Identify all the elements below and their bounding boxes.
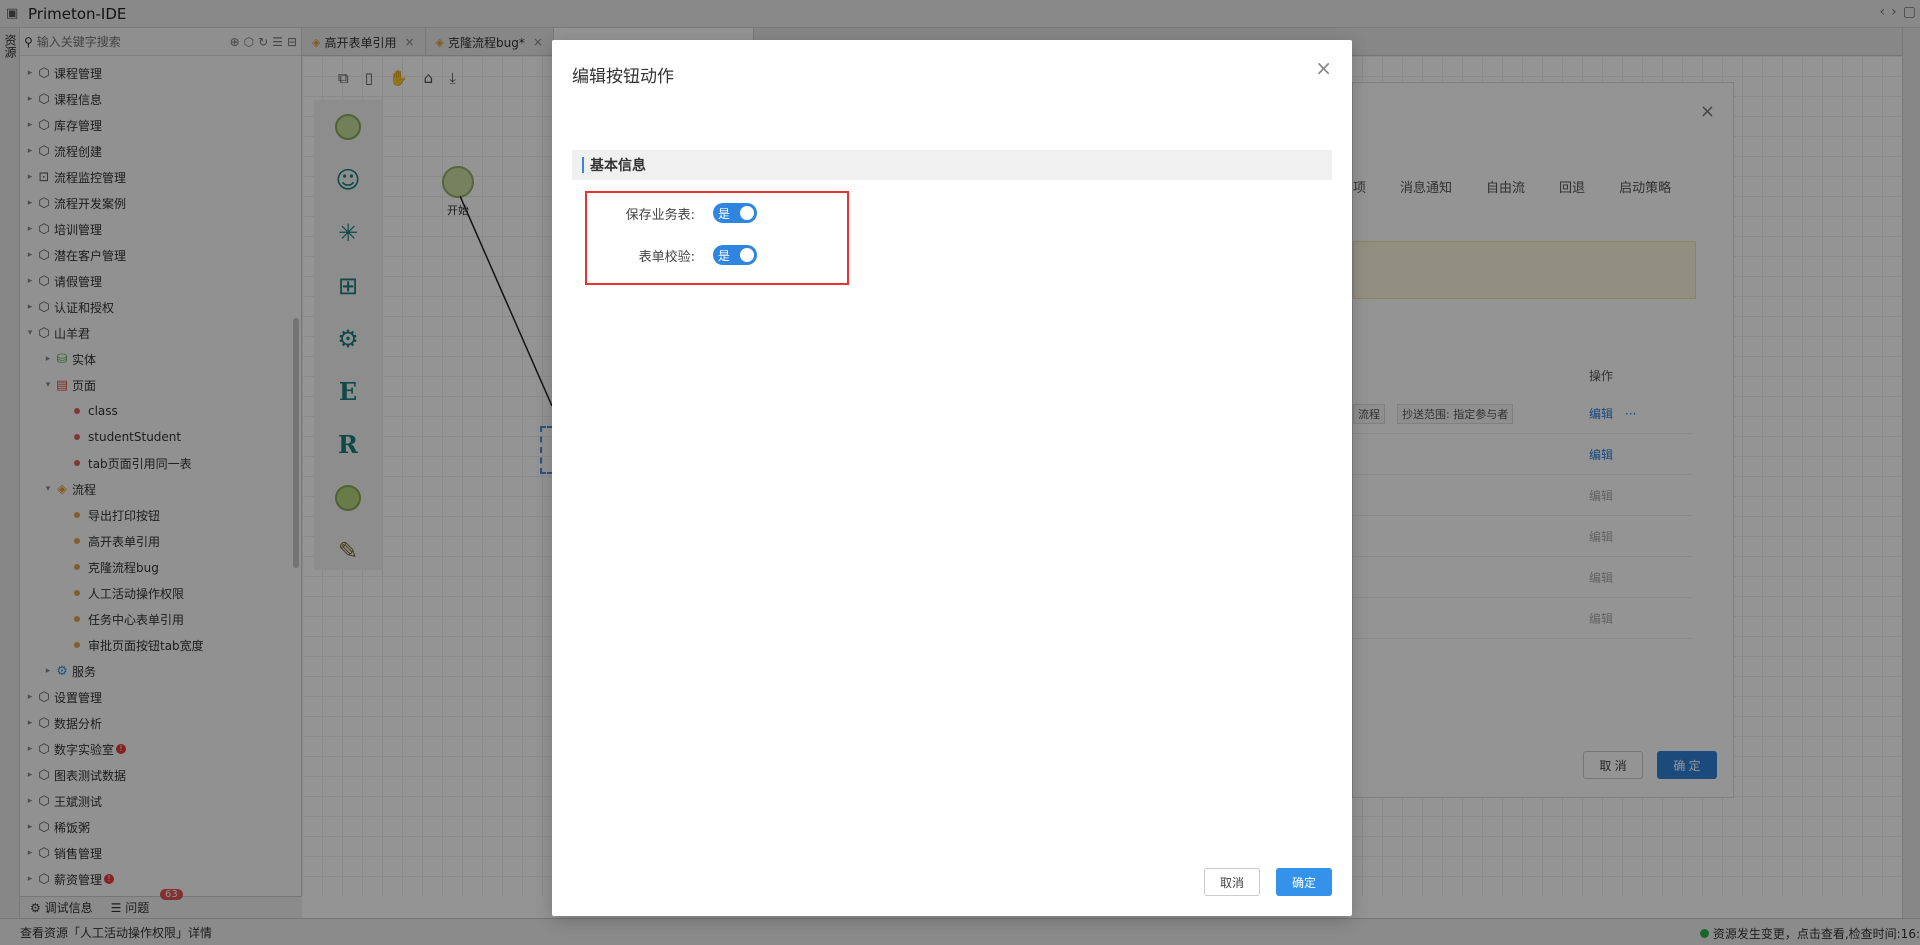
- col-actions-header: 操作: [1589, 369, 1614, 383]
- switch-knob: [740, 248, 754, 262]
- chip: 流程: [1353, 403, 1385, 424]
- close-icon[interactable]: ×: [1700, 101, 1715, 122]
- confirm-button[interactable]: 确定: [1276, 868, 1332, 896]
- chip: 抄送范围: 指定参与者: [1397, 403, 1514, 424]
- switch-text: 是: [718, 206, 731, 221]
- table-row: 编辑: [1353, 558, 1693, 598]
- table-row: 编辑: [1353, 599, 1693, 639]
- section-accent-bar: [582, 157, 584, 173]
- tab-start-strategy[interactable]: 启动策略: [1619, 177, 1671, 196]
- tab-free-flow[interactable]: 自由流: [1486, 177, 1525, 196]
- switch-knob: [740, 206, 754, 220]
- close-icon[interactable]: ×: [1315, 56, 1332, 80]
- section-title: 基本信息: [590, 158, 646, 174]
- table-row: 编辑: [1353, 435, 1693, 475]
- edit-button-action-dialog: 编辑按钮动作 × 基本信息 保存业务表: 是 表单校验: 是 取消 确定: [552, 40, 1352, 916]
- table-row: 编辑: [1353, 517, 1693, 557]
- switch-text: 是: [718, 248, 731, 263]
- save-business-table-switch[interactable]: 是: [713, 203, 757, 223]
- dialog-title: 编辑按钮动作: [572, 67, 674, 87]
- field-label: 保存业务表:: [625, 207, 695, 223]
- edit-link[interactable]: 编辑: [1589, 487, 1613, 504]
- tab-message[interactable]: 消息通知: [1400, 177, 1452, 196]
- field-label: 表单校验:: [638, 249, 695, 265]
- form-validation-switch[interactable]: 是: [713, 245, 757, 265]
- cancel-button[interactable]: 取消: [1204, 868, 1260, 896]
- edit-link[interactable]: 编辑: [1589, 446, 1613, 463]
- tab-item[interactable]: 项: [1353, 177, 1366, 196]
- ok-button[interactable]: 确 定: [1657, 751, 1717, 779]
- highlight-frame: 保存业务表: 是 表单校验: 是: [585, 191, 849, 285]
- edit-link[interactable]: 编辑: [1589, 528, 1613, 545]
- edit-link[interactable]: 编辑: [1589, 610, 1613, 627]
- properties-tabs: 项 消息通知 自由流 回退 启动策略: [1353, 177, 1671, 196]
- edit-link[interactable]: 编辑: [1589, 405, 1613, 422]
- activity-properties-dialog: × 项 消息通知 自由流 回退 启动策略 操作 流程 抄送范围: 指定参与者 编…: [1352, 82, 1734, 798]
- form-row-form-validation: 表单校验: 是: [587, 243, 847, 267]
- more-icon[interactable]: ···: [1625, 407, 1636, 421]
- table-row: 流程 抄送范围: 指定参与者 编辑 ···: [1353, 394, 1693, 434]
- table-row: 编辑: [1353, 476, 1693, 516]
- cancel-button[interactable]: 取 消: [1583, 751, 1643, 779]
- notice-panel: [1353, 241, 1696, 299]
- tab-rollback[interactable]: 回退: [1559, 177, 1585, 196]
- section-basic-info: 基本信息: [572, 150, 1332, 180]
- form-row-save-business-table: 保存业务表: 是: [587, 201, 847, 225]
- edit-link[interactable]: 编辑: [1589, 569, 1613, 586]
